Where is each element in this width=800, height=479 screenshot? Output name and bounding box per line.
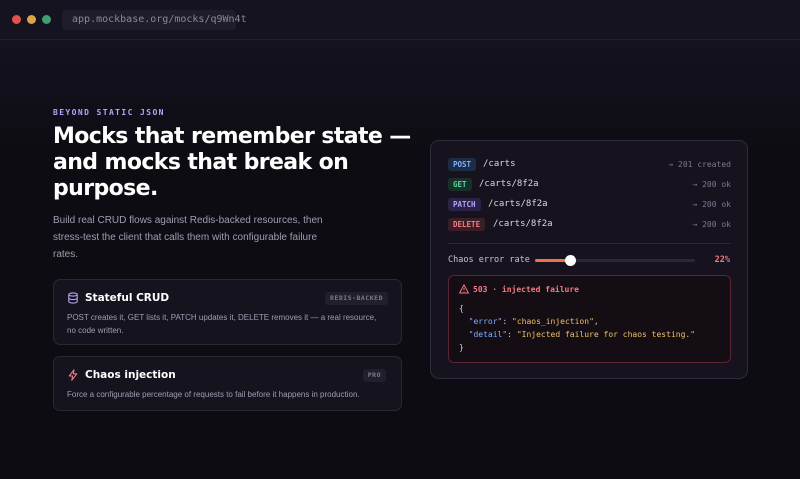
feature-description: POST creates it, GET lists it, PATCH upd… [67,313,377,335]
chaos-rate-slider[interactable] [535,255,695,266]
address-bar[interactable]: app.mockbase.org/mocks/q9Wn4t [62,10,247,30]
request-path: /carts/8f2a [479,179,539,189]
database-icon [68,292,78,304]
feature-title: Stateful CRUD [85,292,170,304]
feature-description: Force a configurable percentage of reque… [67,390,360,399]
headline-line: purpose. [53,176,158,201]
json-value: "Injected failure for chaos testing." [516,330,696,339]
json-key: "error" [468,317,503,326]
chaos-rate-value: 22% [714,255,730,265]
method-badge: GET [448,178,472,191]
request-path: /carts/8f2a [488,199,548,209]
browser-titlebar: app.mockbase.org/mocks/q9Wn4t [0,0,800,40]
method-badge: PATCH [448,198,481,211]
warning-icon [459,284,469,294]
demo-panel: POST /carts → 201 created GET /carts/8f2… [430,140,748,379]
json-value: "chaos_injection" [512,317,594,326]
response-status: → 200 ok [692,220,731,229]
json-key: "detail" [468,330,508,339]
eyebrow-label: BEYOND STATIC JSON [53,108,165,117]
divider [448,243,731,244]
page-headline: Mocks that remember state — and mocks th… [53,124,413,202]
error-response-box: 503 · injected failure { "error": "chaos… [448,275,731,363]
hero-subtitle: Build real CRUD flows against Redis-back… [53,215,323,260]
feature-badge: REDIS-BACKED [325,292,388,305]
minimize-window-button[interactable] [27,15,36,24]
method-badge: DELETE [448,218,486,231]
response-status: → 200 ok [692,200,731,209]
maximize-window-button[interactable] [42,15,51,24]
request-row: GET /carts/8f2a → 200 ok [448,178,731,191]
slider-thumb[interactable] [565,255,577,266]
chaos-rate-label: Chaos error rate [448,255,530,265]
response-status: → 200 ok [692,180,731,189]
request-path: /carts/8f2a [493,219,553,229]
request-row: POST /carts → 201 created [448,158,731,171]
headline-line: Mocks that remember state — [53,124,411,149]
feature-card-chaos-injection: Chaos injection PRO Force a configurable… [53,356,402,411]
request-row: DELETE /carts/8f2a → 200 ok [448,218,731,231]
json-brace: { [459,304,464,313]
method-badge: POST [448,158,477,171]
lightning-icon [68,369,78,381]
request-path: /carts [483,159,516,169]
request-row: PATCH /carts/8f2a → 200 ok [448,198,731,211]
feature-card-stateful-crud: Stateful CRUD REDIS-BACKED POST creates … [53,279,402,345]
headline-line: and mocks that break on [53,150,349,175]
feature-title: Chaos injection [85,369,176,381]
json-brace: } [459,343,464,352]
error-title: 503 · injected failure [473,285,579,294]
response-status: → 201 created [668,160,731,169]
close-window-button[interactable] [12,15,21,24]
error-json: { "error": "chaos_injection", "detail": … [459,304,696,352]
feature-badge: PRO [362,369,386,382]
